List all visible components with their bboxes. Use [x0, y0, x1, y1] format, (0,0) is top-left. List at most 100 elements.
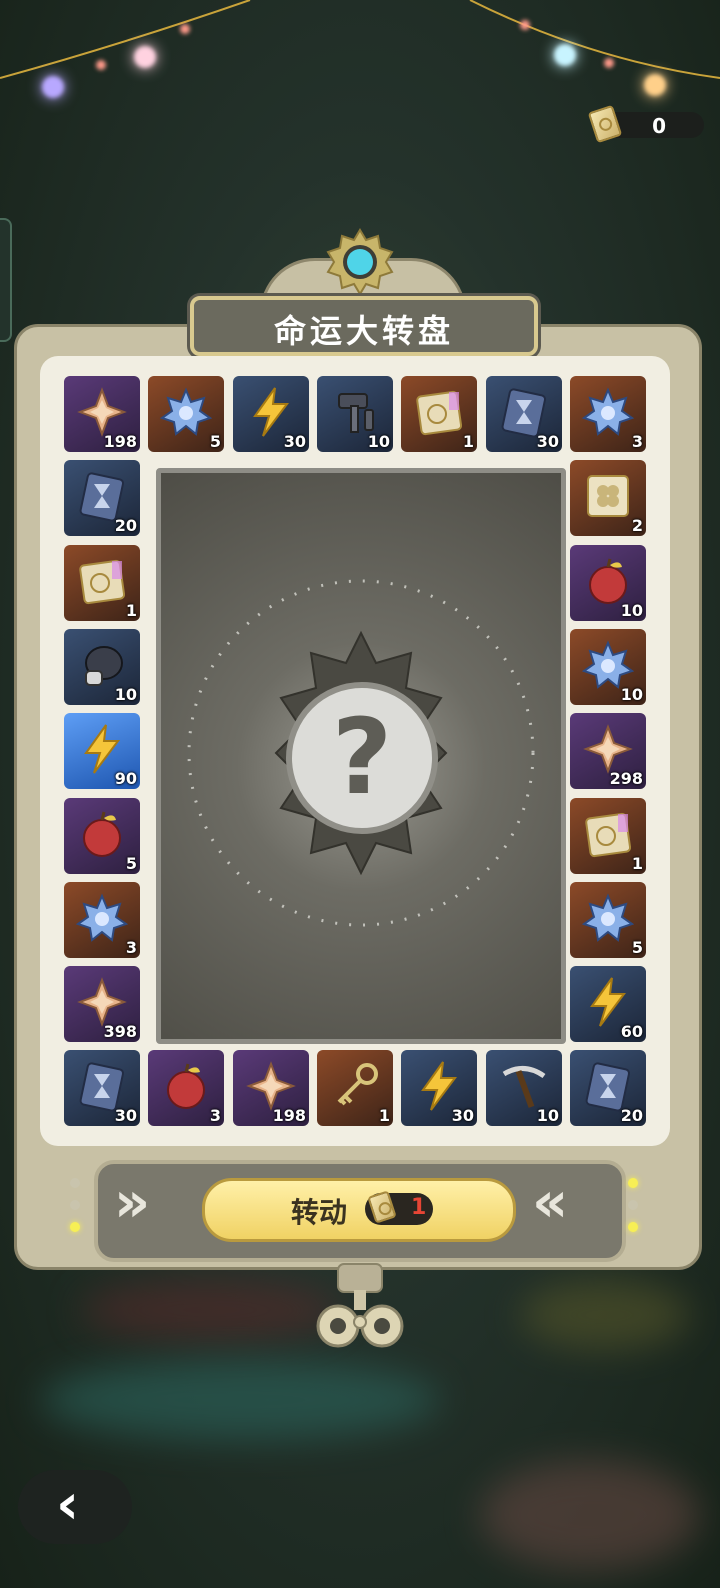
prize-quantity: 10 [114, 685, 137, 704]
bg-blur [520, 1280, 690, 1350]
prize-quantity: 30 [283, 432, 306, 451]
indicator-dot [628, 1200, 638, 1210]
blue-crystal-icon [160, 387, 212, 436]
lightning-icon [590, 977, 626, 1027]
apple-icon [589, 558, 627, 604]
prize-cell: 5 [570, 882, 646, 958]
prize-cell: 198 [233, 1050, 309, 1126]
rainbow-ticket-icon [416, 390, 463, 436]
star-crystal-icon [246, 1061, 296, 1111]
prize-quantity: 20 [114, 516, 137, 535]
light-bulb [96, 60, 106, 70]
prize-quantity: 1 [125, 601, 137, 620]
prize-cell: 1 [570, 798, 646, 874]
star-crystal-icon [583, 724, 633, 774]
pickaxe-icon [502, 1066, 546, 1108]
prize-quantity: 398 [103, 1022, 137, 1041]
prize-cell: 10 [486, 1050, 562, 1126]
key-ornament-icon [316, 1263, 404, 1348]
prize-quantity: 1 [631, 854, 643, 873]
prize-cell: 1 [317, 1050, 393, 1126]
prize-quantity: 298 [609, 769, 643, 788]
prize-quantity: 10 [536, 1106, 559, 1125]
prize-quantity: 30 [451, 1106, 474, 1125]
prize-cell: 20 [64, 460, 140, 536]
lightning-icon [421, 1061, 457, 1111]
prize-cell: 30 [486, 376, 562, 452]
key-icon [337, 1063, 378, 1106]
prize-quantity: 2 [631, 516, 643, 535]
hammer-tools-icon [338, 393, 374, 433]
apple-icon [83, 811, 121, 857]
prize-quantity: 1 [462, 432, 474, 451]
indicator-dot [70, 1200, 80, 1210]
left-chevrons-icon: « [532, 1170, 568, 1235]
prize-quantity: 5 [209, 432, 221, 451]
side-drawer-tab[interactable] [0, 218, 12, 342]
light-bulb [554, 44, 576, 66]
prize-quantity: 60 [620, 1022, 643, 1041]
prize-cell: 10 [64, 629, 140, 705]
prize-quantity: 3 [125, 938, 137, 957]
blue-crystal-icon [582, 640, 634, 689]
prize-cell: 10 [570, 545, 646, 621]
star-crystal-icon [77, 387, 127, 437]
prize-cell: 3 [64, 882, 140, 958]
prize-quantity: 30 [114, 1106, 137, 1125]
light-bulb [644, 74, 666, 96]
prize-cell: 10 [570, 629, 646, 705]
light-bulb [604, 58, 614, 68]
mystery-prize: ? [286, 682, 438, 834]
prize-cell: 5 [64, 798, 140, 874]
prize-quantity: 3 [631, 432, 643, 451]
prize-cell: 20 [570, 1050, 646, 1126]
chevron-left-icon: ‹ [56, 1472, 80, 1537]
prize-quantity: 1 [378, 1106, 390, 1125]
blue-crystal-icon [76, 893, 128, 942]
prize-cell: 198 [64, 376, 140, 452]
dark-glove-icon [85, 646, 123, 686]
spin-cost-badge: 1 [365, 1190, 433, 1225]
spin-button[interactable]: 转动 1 [202, 1178, 516, 1242]
indicator-dot-active [628, 1178, 638, 1188]
hourglass-card-icon [79, 1062, 125, 1112]
prize-quantity: 5 [125, 854, 137, 873]
star-crystal-icon [77, 977, 127, 1027]
light-bulb [134, 46, 156, 68]
prize-quantity: 20 [620, 1106, 643, 1125]
lightning-icon [253, 387, 289, 437]
indicator-dot-active [70, 1222, 80, 1232]
light-bulb [42, 76, 64, 98]
prize-cell: 2 [570, 460, 646, 536]
prize-cell: 5 [148, 376, 224, 452]
light-bulb [180, 24, 190, 34]
spin-button-label: 转动 [291, 1196, 348, 1229]
prize-quantity: 30 [536, 432, 559, 451]
light-bulb [520, 20, 530, 30]
spin-cost-value: 1 [411, 1195, 427, 1220]
prize-cell-selected: 90 [64, 713, 140, 789]
prize-cell: 60 [570, 966, 646, 1042]
indicator-dot [70, 1178, 80, 1188]
blue-crystal-icon [582, 893, 634, 942]
prize-cell: 298 [570, 713, 646, 789]
prize-quantity: 10 [620, 685, 643, 704]
prize-quantity: 5 [631, 938, 643, 957]
back-button[interactable]: ‹ [18, 1470, 132, 1544]
clover-ticket-icon [587, 475, 629, 517]
rainbow-ticket-icon [79, 559, 126, 605]
right-chevrons-icon: » [114, 1170, 150, 1235]
lightning-icon [84, 724, 120, 774]
apple-icon [167, 1063, 205, 1109]
prize-cell: 1 [401, 376, 477, 452]
prize-quantity: 198 [103, 432, 137, 451]
title-plate: 命运大转盘 [190, 296, 538, 356]
bg-blur [40, 1360, 440, 1440]
prize-quantity: 3 [209, 1106, 221, 1125]
prize-cell: 30 [233, 376, 309, 452]
rainbow-ticket-icon [585, 812, 632, 858]
ticket-counter: 0 [587, 104, 704, 144]
bg-blur [480, 1460, 700, 1570]
prize-cell: 398 [64, 966, 140, 1042]
blue-crystal-icon [582, 387, 634, 436]
